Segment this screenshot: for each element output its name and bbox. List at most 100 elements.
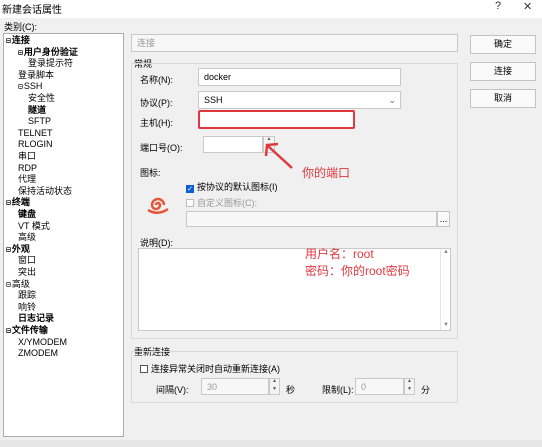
port-input[interactable]	[203, 136, 263, 153]
checkbox-icon	[140, 365, 148, 373]
chevron-down-icon: ⌄	[388, 95, 396, 105]
tree-item-label: 日志记录	[18, 313, 55, 324]
ok-button[interactable]: 确定	[470, 35, 536, 54]
tree-item-label: 窗口	[18, 255, 37, 266]
tree-item[interactable]: ⊟文件传输	[6, 325, 48, 336]
category-tree[interactable]: ⊟连接 ⊟用户身份验证 登录提示符 登录脚本 ⊟SSH 安全性 隧道 SFTP TELNET RL…	[3, 33, 124, 437]
icon-label: 图标:	[140, 168, 161, 178]
tree-item-label: SSH	[23, 81, 43, 92]
tree-item[interactable]: 串口	[18, 151, 36, 162]
interval-input[interactable]: 30	[201, 378, 269, 395]
tree-item[interactable]: ⊟连接	[6, 35, 30, 46]
custom-icon-option[interactable]: 自定义图标(C):	[186, 196, 257, 209]
custom-icon-path[interactable]	[186, 211, 437, 227]
tree-item[interactable]: ⊟高级	[6, 279, 30, 290]
protocol-select[interactable]: SSH ⌄	[198, 91, 401, 109]
tree-item-label: RDP	[18, 162, 38, 173]
tree-item[interactable]: 安全性	[28, 93, 55, 104]
tree-item[interactable]: 高级	[18, 232, 36, 243]
tree-item-label: TELNET	[18, 127, 53, 138]
tree-item[interactable]: SFTP	[28, 116, 51, 127]
tree-item[interactable]: ⊟用户身份验证	[18, 47, 78, 58]
interval-label: 间隔(V):	[156, 385, 189, 395]
port-annotation: 你的端口	[302, 166, 351, 180]
help-button[interactable]: ?	[495, 0, 501, 12]
close-button[interactable]: ✕	[523, 0, 532, 13]
tree-item[interactable]: RDP	[18, 163, 37, 174]
tree-item[interactable]: 登录提示符	[28, 58, 73, 69]
tree-item-label: 连接	[11, 35, 30, 45]
reconnect-option[interactable]: 连接异常关闭时自动重新连接(A)	[140, 362, 280, 375]
up-arrow-icon: ▲	[443, 249, 449, 255]
down-arrow-icon: ▼	[272, 385, 277, 392]
tree-item[interactable]: 突出	[18, 267, 36, 278]
tree-item-label: 高级	[11, 278, 30, 289]
tree-item-label: 登录提示符	[28, 58, 74, 69]
name-input[interactable]: docker	[198, 68, 401, 86]
description-textarea[interactable]	[138, 248, 451, 331]
tree-item[interactable]: VT 模式	[18, 221, 50, 232]
tree-item-label: 代理	[18, 174, 37, 185]
window-title: 新建会话属性	[2, 5, 62, 16]
tree-item-label: 键盘	[18, 209, 37, 219]
tree-item-label: 安全性	[28, 93, 56, 103]
tree-item[interactable]: 隧道	[28, 105, 46, 116]
tree-item[interactable]: 保持活动状态	[18, 186, 72, 197]
scrollbar[interactable]: ▲ ▼	[440, 249, 451, 330]
tree-item[interactable]: ⊟外观	[6, 244, 30, 255]
tree-item-label: VT 模式	[18, 220, 50, 231]
collapse-icon[interactable]: ⊟	[6, 36, 11, 45]
collapse-icon[interactable]: ⊟	[6, 245, 11, 254]
tree-item[interactable]: 窗口	[18, 255, 36, 266]
host-input[interactable]	[198, 110, 355, 129]
tree-item[interactable]: ZMODEM	[18, 348, 58, 359]
category-label: 类别(C):	[4, 22, 37, 32]
down-arrow-icon: ▼	[407, 385, 412, 392]
default-icon-option[interactable]: ✓ 按协议的默认图标(I)	[186, 180, 278, 193]
tree-item[interactable]: TELNET	[18, 128, 53, 139]
tree-item[interactable]: 跟踪	[18, 290, 36, 301]
collapse-icon[interactable]: ⊟	[6, 326, 11, 335]
name-label: 名称(N):	[140, 75, 173, 85]
collapse-icon[interactable]: ⊟	[6, 198, 11, 207]
limit-input[interactable]: 0	[355, 378, 404, 395]
browse-button[interactable]: ...	[437, 211, 450, 227]
collapse-icon[interactable]: ⊟	[18, 48, 23, 57]
title-bar	[0, 0, 542, 18]
checkbox-checked-icon: ✓	[186, 185, 194, 193]
tree-item[interactable]: 日志记录	[18, 313, 54, 324]
username-annotation: 用户名：root	[305, 247, 374, 261]
protocol-value: SSH	[204, 95, 223, 105]
password-annotation: 密码：你的root密码	[305, 264, 410, 278]
tree-item-label: ZMODEM	[18, 348, 58, 359]
tree-item[interactable]: 响铃	[18, 302, 36, 313]
limit-spinner[interactable]: ▲ ▼	[404, 378, 415, 395]
tree-item-label: 隧道	[28, 104, 47, 115]
tree-item[interactable]: ⊟SSH	[18, 81, 42, 92]
tree-item[interactable]: RLOGIN	[18, 139, 53, 150]
cancel-button[interactable]: 取消	[470, 89, 536, 108]
tree-item-label: 终端	[11, 197, 30, 208]
tree-item-label: 文件传输	[11, 325, 48, 335]
bottom-edge	[0, 440, 542, 447]
tree-item[interactable]: 键盘	[18, 209, 36, 220]
down-arrow-icon: ▼	[443, 322, 449, 328]
protocol-label: 协议(P):	[140, 98, 173, 108]
tree-item-label: 高级	[18, 232, 37, 243]
interval-spinner[interactable]: ▲ ▼	[269, 378, 280, 395]
host-label: 主机(H):	[140, 118, 173, 128]
tree-item[interactable]: ⊟终端	[6, 197, 30, 208]
limit-label: 限制(L):	[322, 385, 354, 395]
limit-unit: 分	[421, 385, 431, 395]
connect-button[interactable]: 连接	[470, 62, 536, 81]
tree-item-label: 串口	[18, 151, 37, 161]
tree-item[interactable]: 登录脚本	[18, 70, 54, 81]
tree-item-label: 跟踪	[18, 290, 37, 301]
collapse-icon[interactable]: ⊟	[6, 280, 11, 289]
tree-item[interactable]: X/YMODEM	[18, 337, 67, 348]
collapse-icon[interactable]: ⊟	[18, 82, 23, 91]
tree-item-label: 用户身份验证	[23, 46, 78, 57]
tree-item[interactable]: 代理	[18, 174, 36, 185]
tree-item-label: SFTP	[28, 116, 52, 127]
tree-item-label: 外观	[11, 243, 30, 254]
